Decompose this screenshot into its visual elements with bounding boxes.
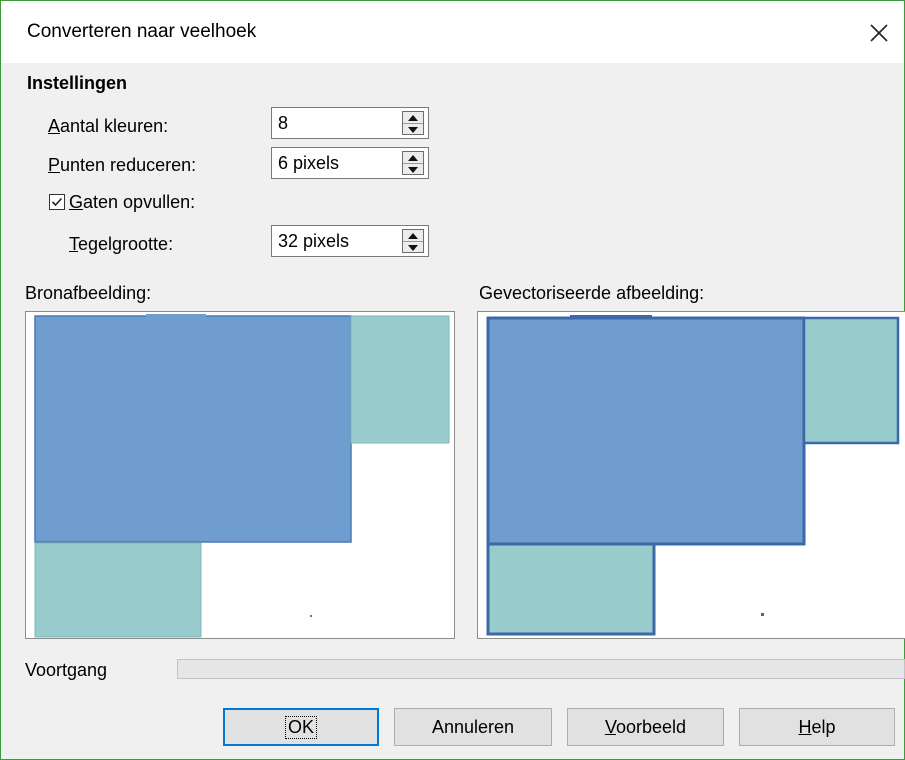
reduce-points-label: Punten reduceren: [48,155,197,175]
stepper-up-arrow-icon[interactable] [403,230,423,241]
source-image-label: Bronafbeelding: [25,283,152,303]
source-image-preview [25,311,455,639]
ok-button-label: OK [284,715,317,739]
stepper-down-arrow-icon[interactable] [403,163,423,175]
reduce-points-value[interactable]: 6 pixels [278,153,339,174]
stepper-up-arrow-icon[interactable] [403,152,423,163]
tile-size-value[interactable]: 32 pixels [278,231,349,252]
progress-label: Voortgang [25,660,108,680]
ok-button[interactable]: OK [223,708,379,746]
preview-button-label: Voorbeeld [604,716,687,737]
help-button[interactable]: Help [739,708,895,746]
dialog-title: Converteren naar veelhoek [27,21,257,42]
stepper-up-arrow-icon[interactable] [403,112,423,123]
title-bar: Converteren naar veelhoek [1,1,904,63]
stepper-down-arrow-icon[interactable] [403,241,423,253]
vectorized-image-label: Gevectoriseerde afbeelding: [479,283,705,303]
settings-heading: Instellingen [27,73,128,93]
vectorized-image-preview [477,311,905,639]
cancel-button[interactable]: Annuleren [394,708,552,746]
stepper-down-arrow-icon[interactable] [403,123,423,135]
colors-stepper[interactable]: 8 [271,107,429,139]
fill-holes-label[interactable]: Gaten opvullen: [69,192,195,213]
close-icon[interactable] [859,13,899,53]
preview-button[interactable]: Voorbeeld [567,708,724,746]
tile-size-label: Tegelgrootte: [69,234,174,254]
colors-value[interactable]: 8 [278,113,288,134]
stepper-buttons [402,151,424,175]
colors-label: Aantal kleuren: [48,116,169,136]
stepper-buttons [402,111,424,135]
fill-holes-checkbox[interactable] [49,194,65,210]
help-button-label: Help [798,716,836,737]
convert-to-polygon-dialog: Converteren naar veelhoek Instellingen A… [0,0,905,760]
reduce-points-stepper[interactable]: 6 pixels [271,147,429,179]
tile-size-stepper[interactable]: 32 pixels [271,225,429,257]
progress-bar [177,659,905,679]
cancel-button-label: Annuleren [431,716,515,737]
stepper-buttons [402,229,424,253]
